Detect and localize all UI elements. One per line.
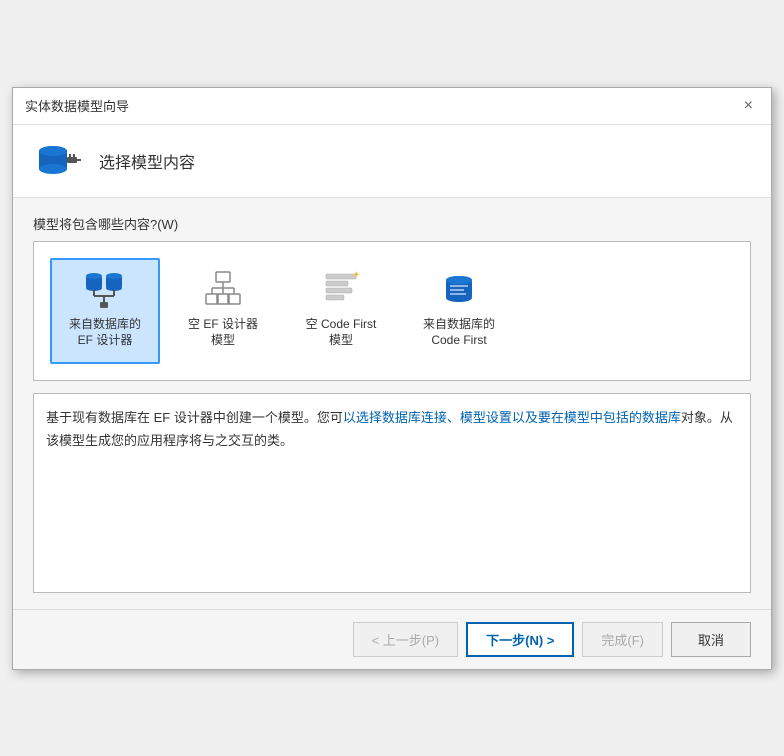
- ef-designer-db-icon: [84, 268, 126, 310]
- option-empty-code-first[interactable]: ✦ 空 Code First模型: [286, 258, 396, 364]
- title-bar: 实体数据模型向导 ×: [13, 88, 771, 125]
- option-ef-designer-from-db[interactable]: 来自数据库的EF 设计器: [50, 258, 160, 364]
- option-empty-code-first-label: 空 Code First模型: [306, 316, 377, 350]
- header-section: 选择模型内容: [13, 125, 771, 198]
- cancel-button[interactable]: 取消: [671, 622, 751, 657]
- footer: < 上一步(P) 下一步(N) > 完成(F) 取消: [13, 609, 771, 669]
- option-empty-ef-designer[interactable]: 空 EF 设计器模型: [168, 258, 278, 364]
- main-dialog: 实体数据模型向导 × 选择模型内容 模型将包含哪些内容?(W): [12, 87, 772, 670]
- svg-text:✦: ✦: [352, 270, 360, 281]
- option-empty-ef-designer-label: 空 EF 设计器模型: [188, 316, 258, 350]
- header-icon: [33, 141, 83, 181]
- empty-code-first-icon: ✦: [320, 268, 362, 310]
- dialog-title: 实体数据模型向导: [25, 96, 129, 115]
- description-text-pre: 基于现有数据库在 EF 设计器中创建一个模型。您可: [46, 410, 343, 425]
- description-box: 基于现有数据库在 EF 设计器中创建一个模型。您可以选择数据库连接、模型设置以及…: [33, 393, 751, 593]
- close-button[interactable]: ×: [738, 96, 759, 116]
- model-options-box: 来自数据库的EF 设计器: [33, 241, 751, 381]
- option-ef-designer-from-db-label: 来自数据库的EF 设计器: [69, 316, 141, 350]
- content-area: 模型将包含哪些内容?(W): [13, 198, 771, 609]
- section-label: 模型将包含哪些内容?(W): [33, 214, 751, 233]
- option-code-first-from-db-label: 来自数据库的Code First: [423, 316, 495, 350]
- next-button[interactable]: 下一步(N) >: [466, 622, 574, 657]
- description-link[interactable]: 以选择数据库连接、模型设置以及要在模型中包括的数据库: [343, 410, 681, 425]
- finish-button[interactable]: 完成(F): [582, 622, 663, 657]
- option-code-first-from-db[interactable]: 来自数据库的Code First: [404, 258, 514, 364]
- header-title: 选择模型内容: [99, 149, 195, 173]
- code-first-from-db-icon: [438, 268, 480, 310]
- empty-ef-designer-icon: [202, 268, 244, 310]
- prev-button[interactable]: < 上一步(P): [353, 622, 459, 657]
